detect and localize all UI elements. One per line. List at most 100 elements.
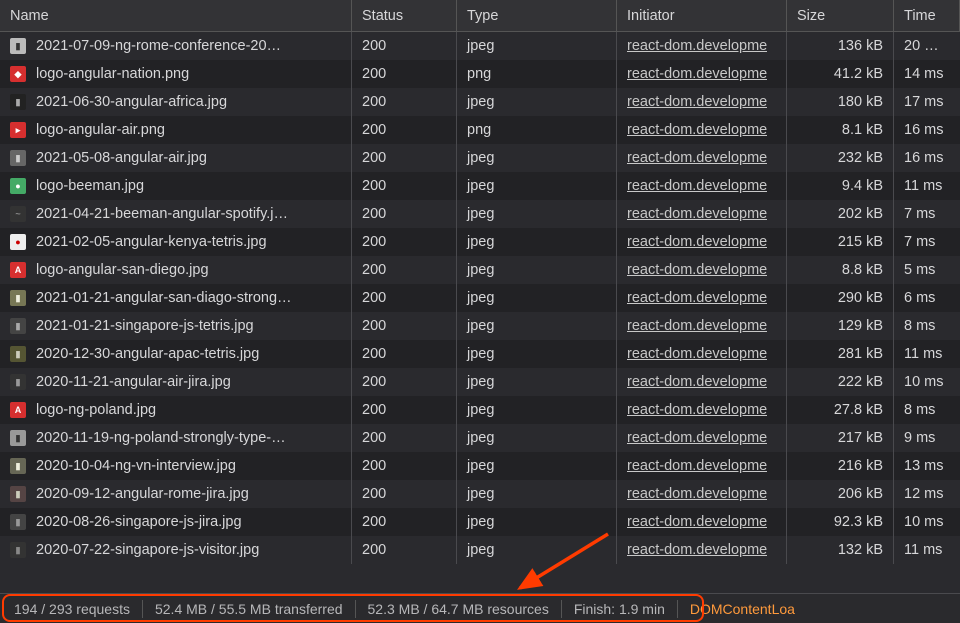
cell-type: jpeg (457, 200, 617, 228)
cell-name: ▮ 2020-08-26-singapore-js-jira.jpg (0, 508, 352, 536)
cell-status: 200 (352, 228, 457, 256)
initiator-link[interactable]: react-dom.developme (627, 542, 767, 558)
table-row[interactable]: Alogo-angular-san-diego.jpg200jpegreact-… (0, 256, 960, 284)
cell-size: 180 kB (787, 88, 894, 116)
table-row[interactable]: ▮2021-01-21-singapore-js-tetris.jpg200jp… (0, 312, 960, 340)
col-header-name[interactable]: Name (0, 0, 352, 31)
file-name: 2020-07-22-singapore-js-visitor.jpg (36, 542, 259, 558)
cell-size: 8.1 kB (787, 116, 894, 144)
table-body: ▮2021-07-09-ng-rome-conference-20…200jpe… (0, 32, 960, 593)
cell-name: ◆ logo-angular-nation.png (0, 60, 352, 88)
initiator-link[interactable]: react-dom.developme (627, 206, 767, 222)
file-favicon: ▮ (10, 458, 26, 474)
file-favicon: ▮ (10, 290, 26, 306)
file-favicon: ▸ (10, 122, 26, 138)
initiator-link[interactable]: react-dom.developme (627, 486, 767, 502)
cell-initiator: react-dom.developme (617, 60, 787, 88)
cell-type: jpeg (457, 284, 617, 312)
table-row[interactable]: ▮2020-09-12-angular-rome-jira.jpg200jpeg… (0, 480, 960, 508)
table-row[interactable]: Alogo-ng-poland.jpg200jpegreact-dom.deve… (0, 396, 960, 424)
table-row[interactable]: ▮2020-08-26-singapore-js-jira.jpg200jpeg… (0, 508, 960, 536)
cell-name: ▮2021-01-21-singapore-js-tetris.jpg (0, 312, 352, 340)
file-favicon: ▮ (10, 430, 26, 446)
table-row[interactable]: ●logo-beeman.jpg200jpegreact-dom.develop… (0, 172, 960, 200)
cell-initiator: react-dom.developme (617, 32, 787, 60)
file-name: logo-beeman.jpg (36, 178, 144, 194)
cell-time: 11 ms (894, 536, 960, 564)
file-favicon: ▮ (10, 318, 26, 334)
initiator-link[interactable]: react-dom.developme (627, 514, 767, 530)
initiator-link[interactable]: react-dom.developme (627, 262, 767, 278)
initiator-link[interactable]: react-dom.developme (627, 38, 767, 54)
col-header-size[interactable]: Size (787, 0, 894, 31)
col-header-initiator[interactable]: Initiator (617, 0, 787, 31)
cell-name: ▮2020-12-30-angular-apac-tetris.jpg (0, 340, 352, 368)
cell-name: ▮2020-10-04-ng-vn-interview.jpg (0, 452, 352, 480)
initiator-link[interactable]: react-dom.developme (627, 178, 767, 194)
table-row[interactable]: ▮2020-11-21-angular-air-jira.jpg200jpegr… (0, 368, 960, 396)
cell-time: 9 ms (894, 424, 960, 452)
cell-initiator: react-dom.developme (617, 284, 787, 312)
status-requests: 194 / 293 requests (2, 601, 142, 617)
initiator-link[interactable]: react-dom.developme (627, 290, 767, 306)
table-row[interactable]: ●2021-02-05-angular-kenya-tetris.jpg200j… (0, 228, 960, 256)
cell-size: 27.8 kB (787, 396, 894, 424)
table-row[interactable]: ▮2020-12-30-angular-apac-tetris.jpg200jp… (0, 340, 960, 368)
table-row[interactable]: ▮2021-05-08-angular-air.jpg200jpegreact-… (0, 144, 960, 172)
file-name: 2021-01-21-angular-san-diago-strong… (36, 290, 292, 306)
file-name: 2021-02-05-angular-kenya-tetris.jpg (36, 234, 267, 250)
file-name: 2021-04-21-beeman-angular-spotify.j… (36, 206, 288, 222)
initiator-link[interactable]: react-dom.developme (627, 318, 767, 334)
initiator-link[interactable]: react-dom.developme (627, 430, 767, 446)
initiator-link[interactable]: react-dom.developme (627, 374, 767, 390)
cell-initiator: react-dom.developme (617, 88, 787, 116)
initiator-link[interactable]: react-dom.developme (627, 402, 767, 418)
cell-size: 217 kB (787, 424, 894, 452)
table-row[interactable]: ◆logo-angular-nation.png200pngreact-dom.… (0, 60, 960, 88)
cell-type: jpeg (457, 144, 617, 172)
col-header-type[interactable]: Type (457, 0, 617, 31)
table-row[interactable]: ▮2020-10-04-ng-vn-interview.jpg200jpegre… (0, 452, 960, 480)
col-header-status[interactable]: Status (352, 0, 457, 31)
cell-size: 232 kB (787, 144, 894, 172)
cell-initiator: react-dom.developme (617, 312, 787, 340)
cell-initiator: react-dom.developme (617, 228, 787, 256)
initiator-link[interactable]: react-dom.developme (627, 122, 767, 138)
cell-name: ▮2021-05-08-angular-air.jpg (0, 144, 352, 172)
cell-status: 200 (352, 424, 457, 452)
table-row[interactable]: ▮2020-11-19-ng-poland-strongly-type-…200… (0, 424, 960, 452)
cell-initiator: react-dom.developme (617, 256, 787, 284)
file-name: 2020-09-12-angular-rome-jira.jpg (36, 486, 249, 502)
file-favicon: ◆ (10, 66, 26, 82)
col-header-time[interactable]: Time (894, 0, 960, 31)
initiator-link[interactable]: react-dom.developme (627, 66, 767, 82)
cell-type: jpeg (457, 536, 617, 564)
cell-size: 222 kB (787, 368, 894, 396)
cell-status: 200 (352, 172, 457, 200)
initiator-link[interactable]: react-dom.developme (627, 458, 767, 474)
cell-initiator: react-dom.developme (617, 508, 787, 536)
table-row[interactable]: ▮2021-06-30-angular-africa.jpg200jpegrea… (0, 88, 960, 116)
cell-initiator: react-dom.developme (617, 340, 787, 368)
table-row[interactable]: ▮2021-01-21-angular-san-diago-strong…200… (0, 284, 960, 312)
cell-type: jpeg (457, 340, 617, 368)
cell-type: png (457, 60, 617, 88)
initiator-link[interactable]: react-dom.developme (627, 234, 767, 250)
file-name: 2020-11-21-angular-air-jira.jpg (36, 374, 231, 390)
initiator-link[interactable]: react-dom.developme (627, 94, 767, 110)
file-name: logo-angular-nation.png (36, 66, 189, 82)
status-finish: Finish: 1.9 min (562, 601, 677, 617)
table-row[interactable]: ▮2020-07-22-singapore-js-visitor.jpg200j… (0, 536, 960, 564)
file-favicon: ▮ (10, 514, 26, 530)
file-name: 2020-08-26-singapore-js-jira.jpg (36, 514, 242, 530)
table-row[interactable]: ▸logo-angular-air.png200pngreact-dom.dev… (0, 116, 960, 144)
cell-status: 200 (352, 88, 457, 116)
file-name: logo-ng-poland.jpg (36, 402, 156, 418)
initiator-link[interactable]: react-dom.developme (627, 346, 767, 362)
cell-size: 216 kB (787, 452, 894, 480)
table-row[interactable]: ~2021-04-21-beeman-angular-spotify.j…200… (0, 200, 960, 228)
table-row[interactable]: ▮2021-07-09-ng-rome-conference-20…200jpe… (0, 32, 960, 60)
cell-size: 290 kB (787, 284, 894, 312)
cell-type: jpeg (457, 452, 617, 480)
initiator-link[interactable]: react-dom.developme (627, 150, 767, 166)
